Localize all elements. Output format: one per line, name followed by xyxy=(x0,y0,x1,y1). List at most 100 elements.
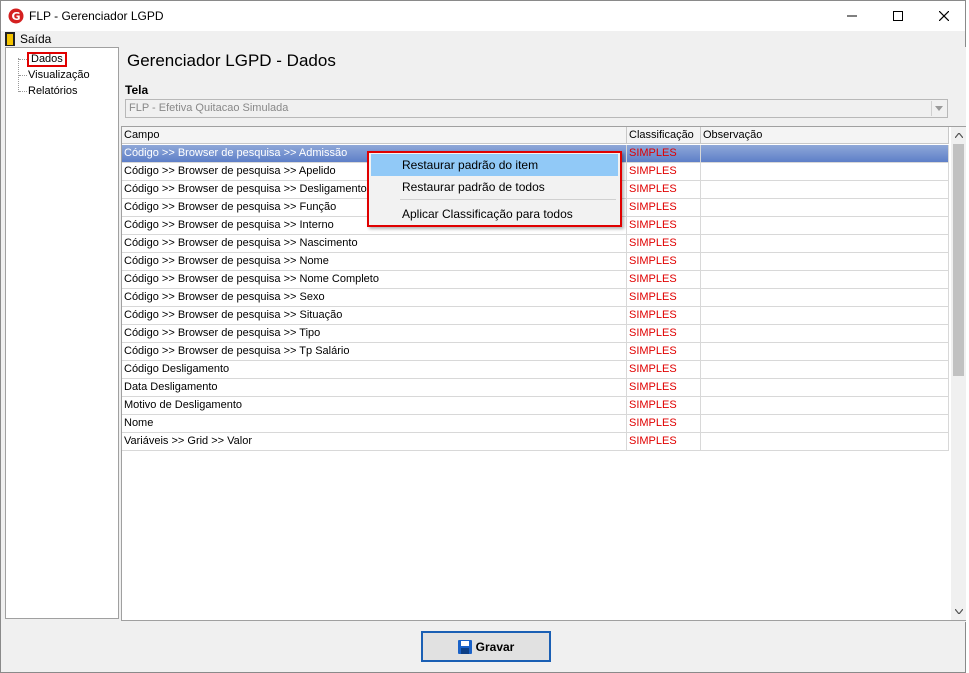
cell-observacao[interactable] xyxy=(701,415,949,432)
cell-classificacao[interactable]: SIMPLES xyxy=(627,145,701,162)
cell-observacao[interactable] xyxy=(701,433,949,450)
tree-connector xyxy=(19,59,27,60)
chevron-down-icon xyxy=(935,106,943,111)
cell-observacao[interactable] xyxy=(701,163,949,180)
column-header-classificacao[interactable]: Classificação xyxy=(627,127,701,144)
cell-campo[interactable]: Nome xyxy=(122,415,627,432)
cell-observacao[interactable] xyxy=(701,271,949,288)
cell-observacao[interactable] xyxy=(701,145,949,162)
save-button[interactable]: Gravar xyxy=(421,631,551,662)
tela-select-value: FLP - Efetiva Quitacao Simulada xyxy=(129,102,289,114)
cell-classificacao[interactable]: SIMPLES xyxy=(627,415,701,432)
cell-campo[interactable]: Motivo de Desligamento xyxy=(122,397,627,414)
exit-menu-item[interactable]: Saída xyxy=(5,31,51,47)
cell-classificacao[interactable]: SIMPLES xyxy=(627,235,701,252)
table-row[interactable]: Código >> Browser de pesquisa >> Tipo SIM… xyxy=(122,325,949,343)
cell-observacao[interactable] xyxy=(701,361,949,378)
table-row[interactable]: Código Desligamento SIMPLES xyxy=(122,361,949,379)
cell-campo[interactable]: Código >> Browser de pesquisa >> Tp Salá… xyxy=(122,343,627,360)
cell-observacao[interactable] xyxy=(701,253,949,270)
cell-campo[interactable]: Código >> Browser de pesquisa >> Sexo xyxy=(122,289,627,306)
menu-bar: Saída xyxy=(1,31,965,47)
cell-classificacao[interactable]: SIMPLES xyxy=(627,397,701,414)
tree-item-dados[interactable]: Dados xyxy=(27,52,67,67)
cell-observacao[interactable] xyxy=(701,235,949,252)
cell-classificacao[interactable]: SIMPLES xyxy=(627,199,701,216)
table-row[interactable]: Motivo de Desligamento SIMPLES xyxy=(122,397,949,415)
table-row[interactable]: Código >> Browser de pesquisa >> Nome Co… xyxy=(122,271,949,289)
close-icon xyxy=(939,11,949,21)
cell-observacao[interactable] xyxy=(701,325,949,342)
chevron-down-icon xyxy=(954,609,963,614)
cell-campo[interactable]: Código >> Browser de pesquisa >> Situaçã… xyxy=(122,307,627,324)
table-row[interactable]: Variáveis >> Grid >> Valor SIMPLES xyxy=(122,433,949,451)
app-logo-icon: G xyxy=(8,8,24,24)
cell-observacao[interactable] xyxy=(701,343,949,360)
table-row[interactable]: Data Desligamento SIMPLES xyxy=(122,379,949,397)
cell-classificacao[interactable]: SIMPLES xyxy=(627,217,701,234)
save-button-label: Gravar xyxy=(475,639,515,654)
cell-classificacao[interactable]: SIMPLES xyxy=(627,361,701,378)
table-row[interactable]: Nome SIMPLES xyxy=(122,415,949,433)
apply-classification-all-menu-item[interactable]: Aplicar Classificação para todos xyxy=(371,203,618,225)
table-row[interactable]: Código >> Browser de pesquisa >> Situaçã… xyxy=(122,307,949,325)
table-row[interactable]: Código >> Browser de pesquisa >> Sexo SIM… xyxy=(122,289,949,307)
cell-campo[interactable]: Código >> Browser de pesquisa >> Nome Co… xyxy=(122,271,627,288)
scroll-down-button[interactable] xyxy=(951,603,966,620)
vertical-scrollbar[interactable] xyxy=(951,127,966,620)
floppy-disk-icon xyxy=(457,639,472,654)
tela-dropdown-button[interactable] xyxy=(931,101,946,116)
minimize-icon xyxy=(847,15,857,17)
cell-observacao[interactable] xyxy=(701,217,949,234)
context-menu: Restaurar padrão do item Restaurar padrã… xyxy=(367,151,622,227)
svg-text:G: G xyxy=(11,10,20,23)
cell-campo[interactable]: Código >> Browser de pesquisa >> Nome xyxy=(122,253,627,270)
exit-menu-label: Saída xyxy=(20,32,52,46)
cell-classificacao[interactable]: SIMPLES xyxy=(627,343,701,360)
table-row[interactable]: Código >> Browser de pesquisa >> Nascime… xyxy=(122,235,949,253)
window-title: FLP - Gerenciador LGPD xyxy=(29,9,164,23)
cell-observacao[interactable] xyxy=(701,199,949,216)
cell-classificacao[interactable]: SIMPLES xyxy=(627,325,701,342)
column-header-observacao[interactable]: Observação xyxy=(701,127,949,144)
cell-classificacao[interactable]: SIMPLES xyxy=(627,433,701,450)
cell-campo[interactable]: Variáveis >> Grid >> Valor xyxy=(122,433,627,450)
exit-door-icon xyxy=(5,32,15,46)
cell-observacao[interactable] xyxy=(701,379,949,396)
content-panel: Gerenciador LGPD - Dados Tela FLP - Efet… xyxy=(121,47,967,622)
close-button[interactable] xyxy=(921,1,967,31)
tree-connector xyxy=(19,75,27,76)
cell-classificacao[interactable]: SIMPLES xyxy=(627,163,701,180)
restore-all-default-menu-item[interactable]: Restaurar padrão de todos xyxy=(371,176,618,198)
cell-campo[interactable]: Código >> Browser de pesquisa >> Tipo xyxy=(122,325,627,342)
tree-item-relatorios[interactable]: Relatórios xyxy=(28,84,78,99)
cell-observacao[interactable] xyxy=(701,397,949,414)
cell-campo[interactable]: Código >> Browser de pesquisa >> Nascime… xyxy=(122,235,627,252)
minimize-button[interactable] xyxy=(829,1,875,31)
column-header-campo[interactable]: Campo xyxy=(122,127,627,144)
page-title: Gerenciador LGPD - Dados xyxy=(127,51,336,70)
cell-classificacao[interactable]: SIMPLES xyxy=(627,181,701,198)
restore-item-default-menu-item[interactable]: Restaurar padrão do item xyxy=(371,154,618,176)
cell-observacao[interactable] xyxy=(701,307,949,324)
cell-classificacao[interactable]: SIMPLES xyxy=(627,307,701,324)
main-window: G FLP - Gerenciador LGPD Saída Dados Vis… xyxy=(0,0,967,673)
table-row[interactable]: Código >> Browser de pesquisa >> Nome SIM… xyxy=(122,253,949,271)
maximize-button[interactable] xyxy=(875,1,921,31)
cell-observacao[interactable] xyxy=(701,181,949,198)
cell-classificacao[interactable]: SIMPLES xyxy=(627,271,701,288)
cell-campo[interactable]: Data Desligamento xyxy=(122,379,627,396)
menu-separator xyxy=(400,199,616,200)
cell-classificacao[interactable]: SIMPLES xyxy=(627,289,701,306)
tela-select[interactable]: FLP - Efetiva Quitacao Simulada xyxy=(125,99,948,118)
scroll-thumb[interactable] xyxy=(953,144,964,376)
title-bar: G FLP - Gerenciador LGPD xyxy=(1,1,965,31)
scroll-up-button[interactable] xyxy=(951,127,966,144)
table-row[interactable]: Código >> Browser de pesquisa >> Tp Salá… xyxy=(122,343,949,361)
cell-observacao[interactable] xyxy=(701,289,949,306)
cell-campo[interactable]: Código Desligamento xyxy=(122,361,627,378)
tree-connector xyxy=(19,91,27,92)
tree-item-visualizacao[interactable]: Visualização xyxy=(28,68,90,83)
cell-classificacao[interactable]: SIMPLES xyxy=(627,379,701,396)
cell-classificacao[interactable]: SIMPLES xyxy=(627,253,701,270)
